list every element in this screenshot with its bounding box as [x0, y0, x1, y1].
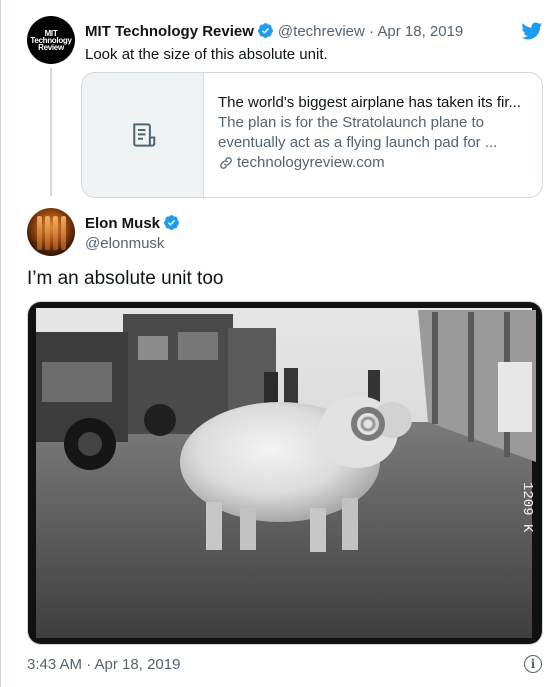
card-domain-text: technologyreview.com — [237, 154, 385, 171]
card-domain[interactable]: technologyreview.com — [218, 153, 542, 173]
card-body: The world's biggest airplane has taken i… — [204, 73, 542, 197]
embedded-tweet: MIT Technology Review MIT Technology Rev… — [0, 0, 558, 687]
card-title[interactable]: The world's biggest airplane has taken i… — [218, 93, 542, 113]
avatar-text-line: Review — [38, 42, 64, 52]
verified-badge-icon — [257, 23, 273, 38]
quoted-tweet-date[interactable]: Apr 18, 2019 — [377, 23, 463, 40]
author-name[interactable]: Elon Musk — [85, 214, 184, 232]
quoted-tweet-text: Look at the size of this absolute unit. — [85, 46, 328, 63]
quoted-tweet-header: MIT Technology Review @techreview · Apr 1… — [85, 22, 463, 40]
link-icon — [220, 157, 232, 169]
link-preview-card[interactable]: The world's biggest airplane has taken i… — [81, 72, 543, 198]
verified-badge-icon — [164, 215, 179, 230]
separator-dot: · — [369, 23, 375, 40]
author-name-text[interactable]: Elon Musk — [85, 215, 160, 232]
twitter-bird-icon[interactable] — [519, 20, 544, 42]
film-frame-mark: 1209 K — [519, 482, 535, 533]
info-icon[interactable]: i — [524, 655, 542, 673]
tweet-timestamp[interactable]: 3:43 AM · Apr 18, 2019 — [27, 656, 180, 673]
card-thumbnail — [82, 73, 204, 197]
techreview-avatar[interactable]: MIT Technology Review — [27, 16, 75, 64]
quoted-author-handle[interactable]: @techreview — [278, 23, 365, 40]
thread-connector-line — [50, 68, 52, 196]
ram-photo-image: 1209 K — [28, 302, 542, 644]
author-handle[interactable]: @elonmusk — [85, 235, 164, 252]
tweet-photo[interactable]: 1209 K — [27, 301, 543, 645]
document-icon — [132, 123, 155, 147]
card-description: The plan is for the Stratolaunch plane t… — [218, 114, 498, 151]
tweet-text: I’m an absolute unit too — [27, 268, 224, 289]
quoted-author-name[interactable]: MIT Technology Review — [85, 23, 254, 40]
elonmusk-avatar[interactable] — [27, 208, 75, 256]
